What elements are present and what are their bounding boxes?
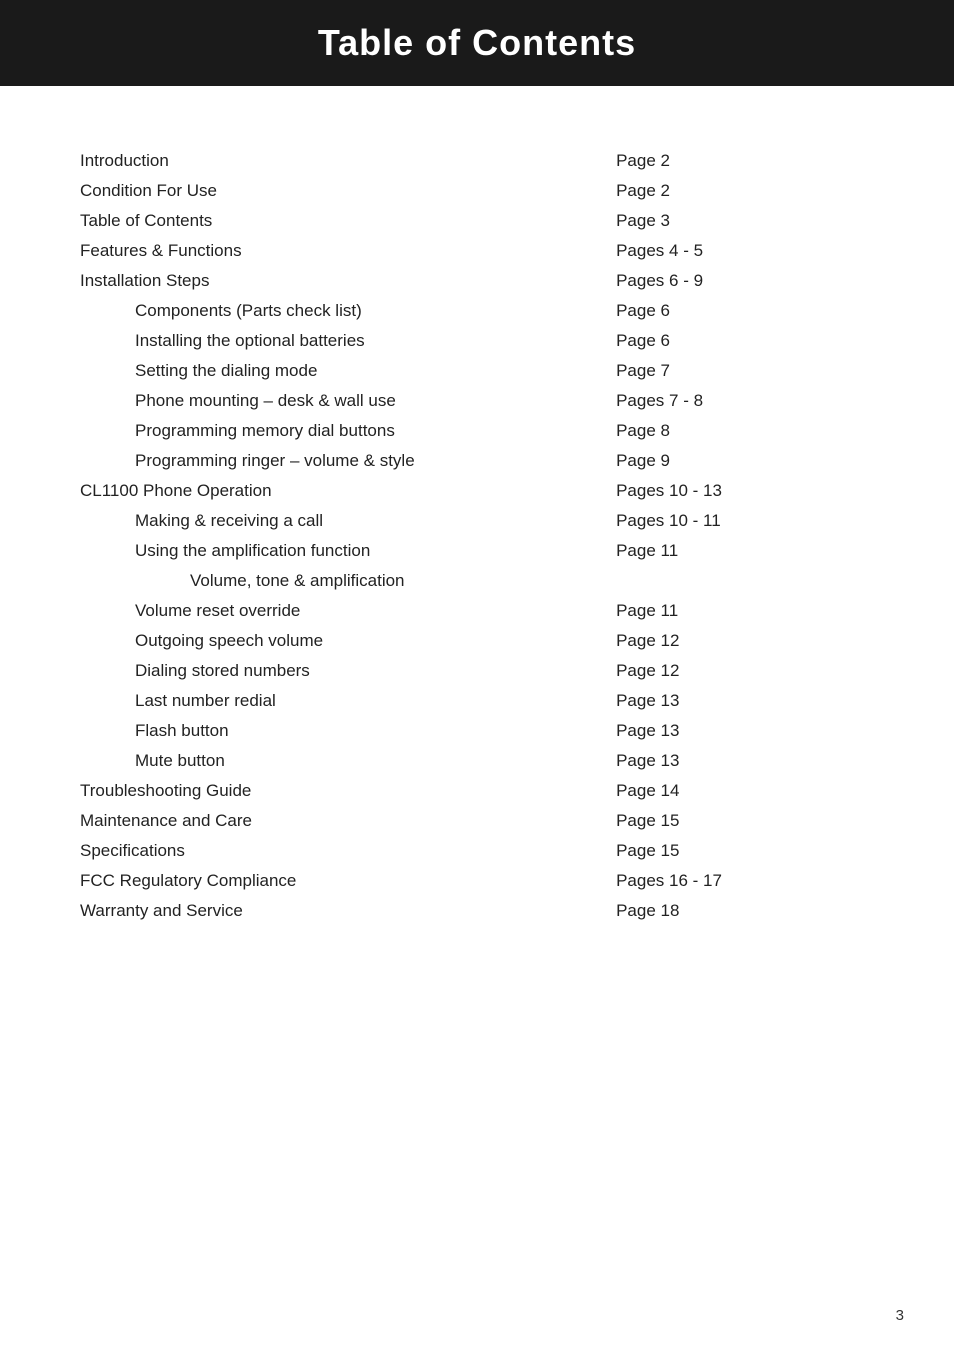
toc-item-label: Programming memory dial buttons [80,416,596,446]
toc-item-label: Maintenance and Care [80,806,596,836]
toc-item-label: Troubleshooting Guide [80,776,596,806]
toc-row: Flash buttonPage 13 [80,716,874,746]
toc-item-page: Pages 6 - 9 [596,266,874,296]
toc-table: IntroductionPage 2Condition For UsePage … [80,146,874,926]
toc-item-label: Flash button [80,716,596,746]
toc-row: Maintenance and CarePage 15 [80,806,874,836]
toc-item-page: Page 12 [596,656,874,686]
toc-row: Volume, tone & amplification [80,566,874,596]
toc-row: Programming ringer – volume & stylePage … [80,446,874,476]
toc-content: IntroductionPage 2Condition For UsePage … [0,86,954,986]
toc-row: Condition For UsePage 2 [80,176,874,206]
toc-item-label: Warranty and Service [80,896,596,926]
toc-item-label: Components (Parts check list) [80,296,596,326]
toc-item-page: Page 11 [596,536,874,566]
toc-row: Using the amplification functionPage 11 [80,536,874,566]
toc-item-page: Page 11 [596,596,874,626]
page-title: Table of Contents [40,22,914,64]
toc-row: Features & FunctionsPages 4 - 5 [80,236,874,266]
toc-item-page: Page 2 [596,176,874,206]
toc-row: Components (Parts check list)Page 6 [80,296,874,326]
toc-item-label: Volume, tone & amplification [80,566,596,596]
page: Table of Contents IntroductionPage 2Cond… [0,0,954,1354]
toc-item-page: Page 14 [596,776,874,806]
toc-item-page: Page 13 [596,716,874,746]
toc-row: Making & receiving a callPages 10 - 11 [80,506,874,536]
toc-item-label: Using the amplification function [80,536,596,566]
toc-item-page [596,566,874,596]
toc-item-page: Page 13 [596,686,874,716]
toc-row: SpecificationsPage 15 [80,836,874,866]
toc-item-page: Pages 4 - 5 [596,236,874,266]
toc-row: Installation StepsPages 6 - 9 [80,266,874,296]
page-number: 3 [896,1307,904,1324]
toc-item-page: Page 3 [596,206,874,236]
toc-item-page: Page 15 [596,836,874,866]
toc-item-page: Page 8 [596,416,874,446]
toc-item-page: Page 13 [596,746,874,776]
toc-item-page: Pages 7 - 8 [596,386,874,416]
toc-item-label: Installation Steps [80,266,596,296]
toc-row: Volume reset overridePage 11 [80,596,874,626]
toc-row: IntroductionPage 2 [80,146,874,176]
toc-item-label: Programming ringer – volume & style [80,446,596,476]
toc-item-label: Outgoing speech volume [80,626,596,656]
toc-item-page: Page 6 [596,326,874,356]
toc-row: Mute buttonPage 13 [80,746,874,776]
toc-item-label: Phone mounting – desk & wall use [80,386,596,416]
toc-row: Setting the dialing modePage 7 [80,356,874,386]
page-header: Table of Contents [0,0,954,86]
toc-item-label: Installing the optional batteries [80,326,596,356]
toc-row: FCC Regulatory CompliancePages 16 - 17 [80,866,874,896]
toc-item-label: Table of Contents [80,206,596,236]
toc-row: Programming memory dial buttonsPage 8 [80,416,874,446]
toc-item-page: Page 7 [596,356,874,386]
toc-row: CL1100 Phone OperationPages 10 - 13 [80,476,874,506]
toc-row: Phone mounting – desk & wall usePages 7 … [80,386,874,416]
toc-row: Installing the optional batteriesPage 6 [80,326,874,356]
toc-item-label: Introduction [80,146,596,176]
toc-item-label: Dialing stored numbers [80,656,596,686]
toc-item-page: Pages 10 - 11 [596,506,874,536]
toc-item-label: Making & receiving a call [80,506,596,536]
toc-row: Dialing stored numbersPage 12 [80,656,874,686]
toc-item-label: Specifications [80,836,596,866]
toc-item-page: Page 12 [596,626,874,656]
toc-row: Warranty and ServicePage 18 [80,896,874,926]
toc-item-page: Page 18 [596,896,874,926]
toc-row: Table of ContentsPage 3 [80,206,874,236]
toc-item-page: Page 15 [596,806,874,836]
toc-item-label: Last number redial [80,686,596,716]
toc-item-label: Volume reset override [80,596,596,626]
toc-item-page: Page 6 [596,296,874,326]
toc-item-page: Page 2 [596,146,874,176]
toc-item-label: Mute button [80,746,596,776]
toc-item-page: Pages 16 - 17 [596,866,874,896]
toc-item-label: FCC Regulatory Compliance [80,866,596,896]
toc-item-label: CL1100 Phone Operation [80,476,596,506]
toc-item-page: Page 9 [596,446,874,476]
toc-item-label: Setting the dialing mode [80,356,596,386]
toc-item-label: Features & Functions [80,236,596,266]
toc-item-page: Pages 10 - 13 [596,476,874,506]
toc-row: Outgoing speech volumePage 12 [80,626,874,656]
toc-row: Last number redialPage 13 [80,686,874,716]
toc-item-label: Condition For Use [80,176,596,206]
toc-row: Troubleshooting GuidePage 14 [80,776,874,806]
